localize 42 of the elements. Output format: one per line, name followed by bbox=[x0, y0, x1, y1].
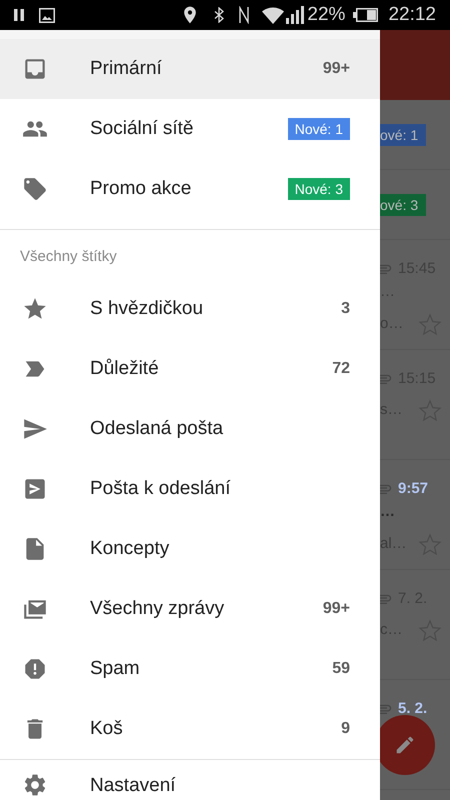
bluetooth-icon bbox=[212, 7, 226, 23]
wifi-icon bbox=[262, 6, 284, 24]
section-header: Všechny štítky bbox=[20, 247, 117, 268]
battery-percent: 22% bbox=[307, 2, 346, 27]
drawer-item-label: Všechny zprávy bbox=[90, 596, 226, 621]
drawer-item-label: Pošta k odeslání bbox=[90, 476, 232, 501]
drawer-item-label: Primární bbox=[90, 56, 163, 81]
drawer-item-label: Důležité bbox=[90, 356, 160, 381]
drawer-item-label: Spam bbox=[90, 656, 141, 681]
new-count-badge: Nové: 1 bbox=[288, 118, 350, 140]
settings-icon bbox=[22, 772, 48, 798]
pencil-icon bbox=[394, 734, 416, 756]
signal-icon bbox=[286, 6, 304, 24]
drawer-item[interactable]: Primární 99+ bbox=[0, 39, 380, 99]
tag-icon bbox=[22, 176, 48, 202]
item-count: 72 bbox=[332, 359, 350, 379]
message-time: 5. 2. bbox=[398, 699, 428, 719]
new-count-badge: ové: 3 bbox=[380, 194, 426, 216]
item-count: 59 bbox=[332, 659, 350, 679]
drawer-item-label: Promo akce bbox=[90, 176, 192, 201]
drawer-item-label: Koš bbox=[90, 716, 124, 741]
message-snippet: … bbox=[380, 502, 395, 522]
item-count: 99+ bbox=[322, 59, 350, 79]
image-icon bbox=[39, 8, 55, 22]
battery-icon bbox=[353, 8, 378, 22]
drawer-item-label: S hvězdičkou bbox=[90, 296, 204, 321]
drawer-item-label: Sociální sítě bbox=[90, 116, 194, 141]
compose-button[interactable] bbox=[380, 715, 435, 775]
drawer-item-label: Koncepty bbox=[90, 536, 170, 561]
item-count: 9 bbox=[341, 719, 350, 739]
new-count-badge: ové: 1 bbox=[380, 124, 426, 146]
item-count: 3 bbox=[341, 299, 350, 319]
message-time: 9:57 bbox=[398, 479, 428, 499]
message-snippet: … bbox=[380, 282, 395, 302]
drawer-item-label: Odeslaná pošta bbox=[90, 416, 224, 441]
drawer-item-label: Nastavení bbox=[90, 774, 176, 798]
app-toolbar bbox=[380, 30, 450, 100]
pause-icon bbox=[14, 9, 24, 21]
nfc-icon bbox=[238, 6, 250, 24]
item-count: 99+ bbox=[322, 599, 350, 619]
clock: 22:12 bbox=[388, 2, 436, 27]
new-count-badge: Nové: 3 bbox=[288, 178, 350, 200]
